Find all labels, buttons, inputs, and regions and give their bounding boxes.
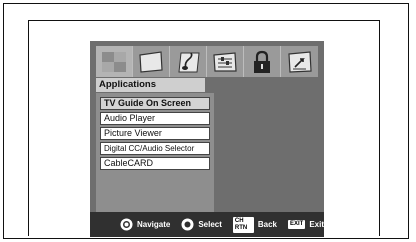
- screen-icon: [139, 50, 163, 73]
- menu-item-digital-cc[interactable]: Digital CC/Audio Selector: [100, 142, 210, 155]
- tab-picture[interactable]: [133, 46, 170, 77]
- select-button-icon: [181, 218, 194, 231]
- menu-icon-bar: [96, 46, 318, 77]
- tab-setup[interactable]: [207, 46, 244, 77]
- menu-item-picture-viewer[interactable]: Picture Viewer: [100, 127, 210, 140]
- navigate-pad-icon: [120, 218, 133, 231]
- applications-menu: TV Guide On Screen Audio Player Picture …: [96, 93, 214, 212]
- back-label: Back: [257, 220, 277, 229]
- ch-rtn-key: CH RTN: [232, 216, 254, 233]
- tab-preferences[interactable]: [281, 46, 318, 77]
- settings-sliders-icon: [213, 51, 237, 72]
- navigate-label: Navigate: [137, 220, 171, 229]
- menu-item-audio-player[interactable]: Audio Player: [100, 112, 210, 125]
- select-label: Select: [198, 220, 222, 229]
- tv-menu-screen: Applications TV Guide On Screen Audio Pl…: [90, 41, 324, 237]
- lock-icon: [254, 50, 270, 73]
- navigation-help-bar: Navigate Select CH RTN Back EXIT Exit: [90, 212, 324, 237]
- music-note-icon: [178, 52, 200, 72]
- setup-arrow-icon: [287, 50, 312, 73]
- tab-applications[interactable]: [96, 46, 133, 77]
- exit-key: EXIT: [287, 220, 306, 229]
- tab-locks[interactable]: [244, 46, 281, 77]
- applications-icon: [102, 51, 126, 72]
- exit-label: Exit: [309, 220, 324, 229]
- menu-item-tv-guide[interactable]: TV Guide On Screen: [100, 97, 210, 110]
- tab-audio[interactable]: [170, 46, 207, 77]
- menu-item-cablecard[interactable]: CableCARD: [100, 157, 210, 170]
- menu-title: Applications: [96, 78, 205, 92]
